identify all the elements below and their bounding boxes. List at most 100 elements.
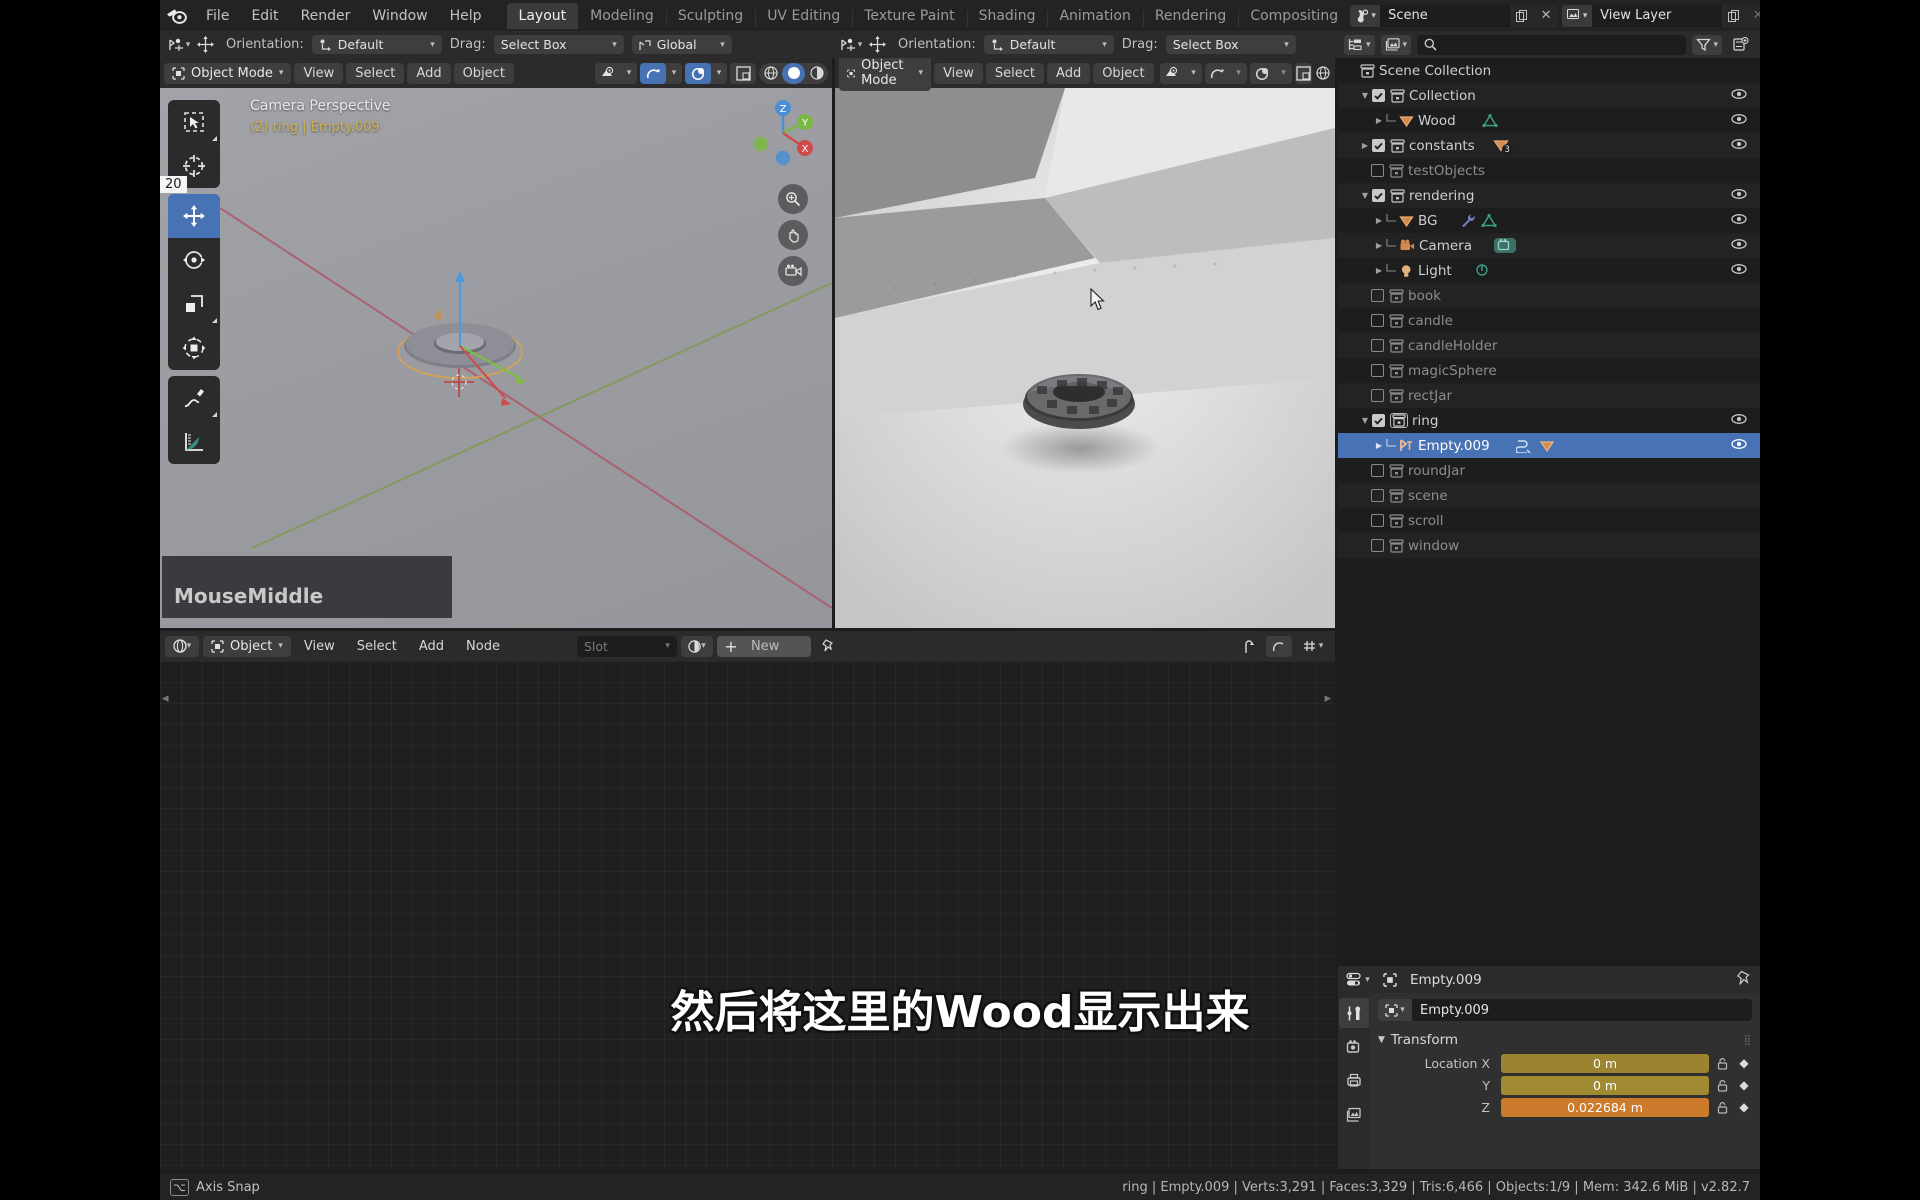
view-layer-name[interactable]: View Layer [1592, 4, 1723, 27]
scene-new-button[interactable] [1510, 5, 1534, 27]
transform-arrows-icon-right[interactable] [864, 35, 890, 55]
window-checkbox[interactable] [1371, 539, 1384, 552]
viewport-menu-object-left[interactable]: Object [453, 62, 514, 84]
outliner-tree[interactable]: Scene Collection ▼ Collection ▶ Wood ▶ c… [1338, 58, 1760, 963]
orientation-dropdown-left[interactable]: Default ▾ [311, 35, 442, 54]
output-tab[interactable] [1339, 1066, 1369, 1096]
tab-shading[interactable]: Shading [966, 3, 1048, 29]
camera-data-icon[interactable] [1493, 238, 1516, 253]
material-shading-icon[interactable] [805, 63, 828, 84]
snap-dropdown-left[interactable]: ▾ [666, 63, 682, 84]
visibility-eye-icon[interactable] [1731, 88, 1747, 104]
outliner-row-rendering[interactable]: ▼ rendering [1338, 183, 1760, 208]
visibility-eye-icon[interactable] [1731, 213, 1747, 229]
viewport-menu-view-left[interactable]: View [294, 62, 344, 84]
rendering-checkbox[interactable] [1372, 189, 1385, 202]
visibility-eye-icon[interactable] [1731, 138, 1747, 154]
visibility-icon[interactable] [595, 63, 621, 84]
candle-checkbox[interactable] [1371, 314, 1384, 327]
shader-editor-canvas[interactable] [160, 661, 1335, 1169]
outliner-row-candleholder[interactable]: candleHolder [1338, 333, 1760, 358]
scene-unlink-button[interactable]: ✕ [1534, 5, 1558, 27]
outliner-row-testobjects[interactable]: testObjects [1338, 158, 1760, 183]
viewport-right[interactable]: Object Mode ▾ View Select Add Object ▾ ▾… [835, 58, 1335, 628]
scene-checkbox[interactable] [1371, 489, 1384, 502]
viewport-menu-view-right[interactable]: View [934, 62, 983, 84]
menu-help[interactable]: Help [439, 5, 493, 27]
transform-tool-button[interactable] [168, 326, 220, 370]
snap-node-icon[interactable] [1266, 635, 1292, 657]
tab-rendering[interactable]: Rendering [1142, 3, 1239, 29]
keyframe-icon[interactable]: ◆ [1736, 1100, 1752, 1114]
node-menu-select[interactable]: Select [348, 636, 406, 657]
book-checkbox[interactable] [1371, 289, 1384, 302]
drag-dropdown-right[interactable]: Select Box ▾ [1165, 35, 1296, 54]
ring-checkbox[interactable] [1372, 414, 1385, 427]
outliner-row-rectjar[interactable]: rectJar [1338, 383, 1760, 408]
mesh-data-icon[interactable] [1480, 213, 1497, 228]
measure-tool-button[interactable] [168, 420, 220, 464]
scroll-checkbox[interactable] [1371, 514, 1384, 527]
tab-compositing[interactable]: Compositing [1238, 3, 1350, 29]
outliner-row-scene[interactable]: scene [1338, 483, 1760, 508]
location-y-value[interactable]: 0 m [1501, 1075, 1709, 1095]
move-tool-button[interactable] [168, 194, 220, 238]
tab-uv-editing[interactable]: UV Editing [755, 3, 852, 29]
constants-checkbox[interactable] [1372, 139, 1385, 152]
annotate-tool-button[interactable] [168, 376, 220, 420]
scene-selector[interactable]: ▾ Scene ✕ [1350, 4, 1559, 27]
mesh-object-icon[interactable] [1539, 439, 1555, 453]
outliner-row-camera[interactable]: ▶ Camera [1338, 233, 1760, 258]
camera-view-icon[interactable] [778, 256, 808, 286]
outliner-row-light[interactable]: ▶ Light [1338, 258, 1760, 283]
blender-logo-icon[interactable] [166, 5, 187, 27]
expand-triangle-rendering[interactable]: ▼ [1358, 191, 1372, 200]
magicsphere-checkbox[interactable] [1371, 364, 1384, 377]
rotate-tool-button[interactable] [168, 238, 220, 282]
outliner-row-ring[interactable]: ▼ ring [1338, 408, 1760, 433]
outliner-row-roundjar[interactable]: roundJar [1338, 458, 1760, 483]
expand-triangle-camera[interactable]: ▶ [1372, 241, 1386, 250]
new-material-button[interactable]: + New [716, 635, 812, 657]
right-region-toggle[interactable]: ▸ [1324, 691, 1331, 706]
visibility-eye-icon[interactable] [1731, 188, 1747, 204]
expand-triangle-wood[interactable]: ▶ [1372, 116, 1386, 125]
unlocked-icon[interactable] [1714, 1079, 1731, 1092]
outliner-row-wood[interactable]: ▶ Wood [1338, 108, 1760, 133]
tab-sculpting[interactable]: Sculpting [665, 3, 755, 29]
visibility-icon-right[interactable] [1160, 63, 1186, 84]
select-box-tool-button[interactable] [168, 100, 220, 144]
solid-shading-icon[interactable] [782, 62, 805, 84]
constraint-icon[interactable] [1515, 438, 1533, 453]
proportional-dropdown-right[interactable]: ▾ [1276, 63, 1292, 84]
shader-editor[interactable]: ◂ ▸ ▾ Object ▾ View Select Add Node Slot… [160, 631, 1335, 1169]
outliner-row-book[interactable]: book [1338, 283, 1760, 308]
snap-magnet-icon[interactable] [640, 62, 666, 84]
visibility-eye-icon[interactable] [1731, 113, 1747, 129]
viewport-menu-add-right[interactable]: Add [1047, 62, 1091, 84]
viewport-left[interactable]: 20 Camera Perspective (2) ring | Empty.0… [160, 58, 832, 628]
visibility-eye-icon[interactable] [1731, 263, 1747, 279]
menu-edit[interactable]: Edit [240, 5, 289, 27]
viewport-menu-object-right[interactable]: Object [1093, 62, 1154, 84]
outliner-search-input[interactable] [1417, 34, 1687, 55]
roundjar-checkbox[interactable] [1371, 464, 1384, 477]
visibility-eye-icon[interactable] [1731, 413, 1747, 429]
pan-hand-icon[interactable] [778, 220, 808, 250]
unlocked-icon[interactable] [1714, 1057, 1731, 1070]
viewport-left-canvas[interactable]: 20 Camera Perspective (2) ring | Empty.0… [160, 88, 832, 628]
proportional-dropdown-left[interactable]: ▾ [711, 63, 727, 84]
visibility-dropdown-left[interactable]: ▾ [621, 63, 637, 84]
outliner-filter-dropdown[interactable]: ▾ [1692, 34, 1722, 55]
go-to-parent-icon[interactable] [1236, 636, 1262, 656]
expand-triangle-light[interactable]: ▶ [1372, 266, 1386, 275]
outliner-row-candle[interactable]: candle [1338, 308, 1760, 333]
outliner-row-collection[interactable]: ▼ Collection [1338, 83, 1760, 108]
snap-dropdown-right[interactable]: ▾ [1231, 63, 1247, 84]
keyframe-icon[interactable]: ◆ [1736, 1078, 1752, 1092]
pin-icon[interactable] [815, 636, 841, 656]
unlocked-icon[interactable] [1714, 1101, 1731, 1114]
outliner-row-constants[interactable]: ▶ constants 3 [1338, 133, 1760, 158]
mode-dropdown-right[interactable]: Object Mode ▾ [839, 58, 932, 91]
snap-magnet-icon-right[interactable] [1205, 63, 1231, 84]
